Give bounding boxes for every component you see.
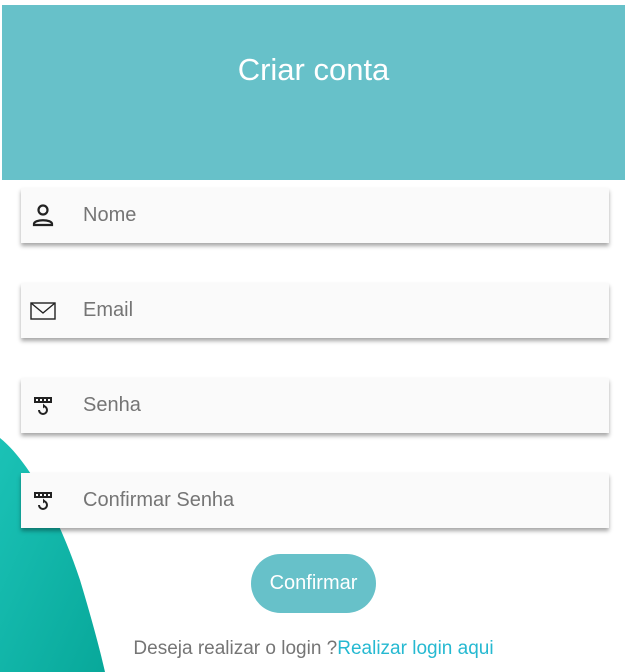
confirm-password-field[interactable]: [21, 473, 609, 528]
email-field[interactable]: [21, 283, 609, 338]
login-prompt-text: Deseja realizar o login ?: [133, 638, 338, 659]
login-link[interactable]: Realizar login aqui: [337, 638, 493, 659]
confirm-password-input[interactable]: [83, 489, 563, 512]
password-input[interactable]: [83, 394, 563, 417]
name-field[interactable]: [21, 188, 609, 243]
email-input[interactable]: [83, 299, 563, 322]
password-icon: [30, 393, 56, 419]
person-icon: [30, 203, 56, 229]
name-input[interactable]: [83, 204, 563, 227]
confirm-button[interactable]: Confirmar: [251, 554, 376, 613]
envelope-icon: [30, 298, 56, 324]
header-banner: Criar conta: [2, 5, 625, 180]
page-title: Criar conta: [237, 52, 390, 87]
password-field[interactable]: [21, 378, 609, 433]
login-prompt: Deseja realizar o login ?Realizar login …: [0, 638, 627, 660]
password-icon: [30, 488, 56, 514]
